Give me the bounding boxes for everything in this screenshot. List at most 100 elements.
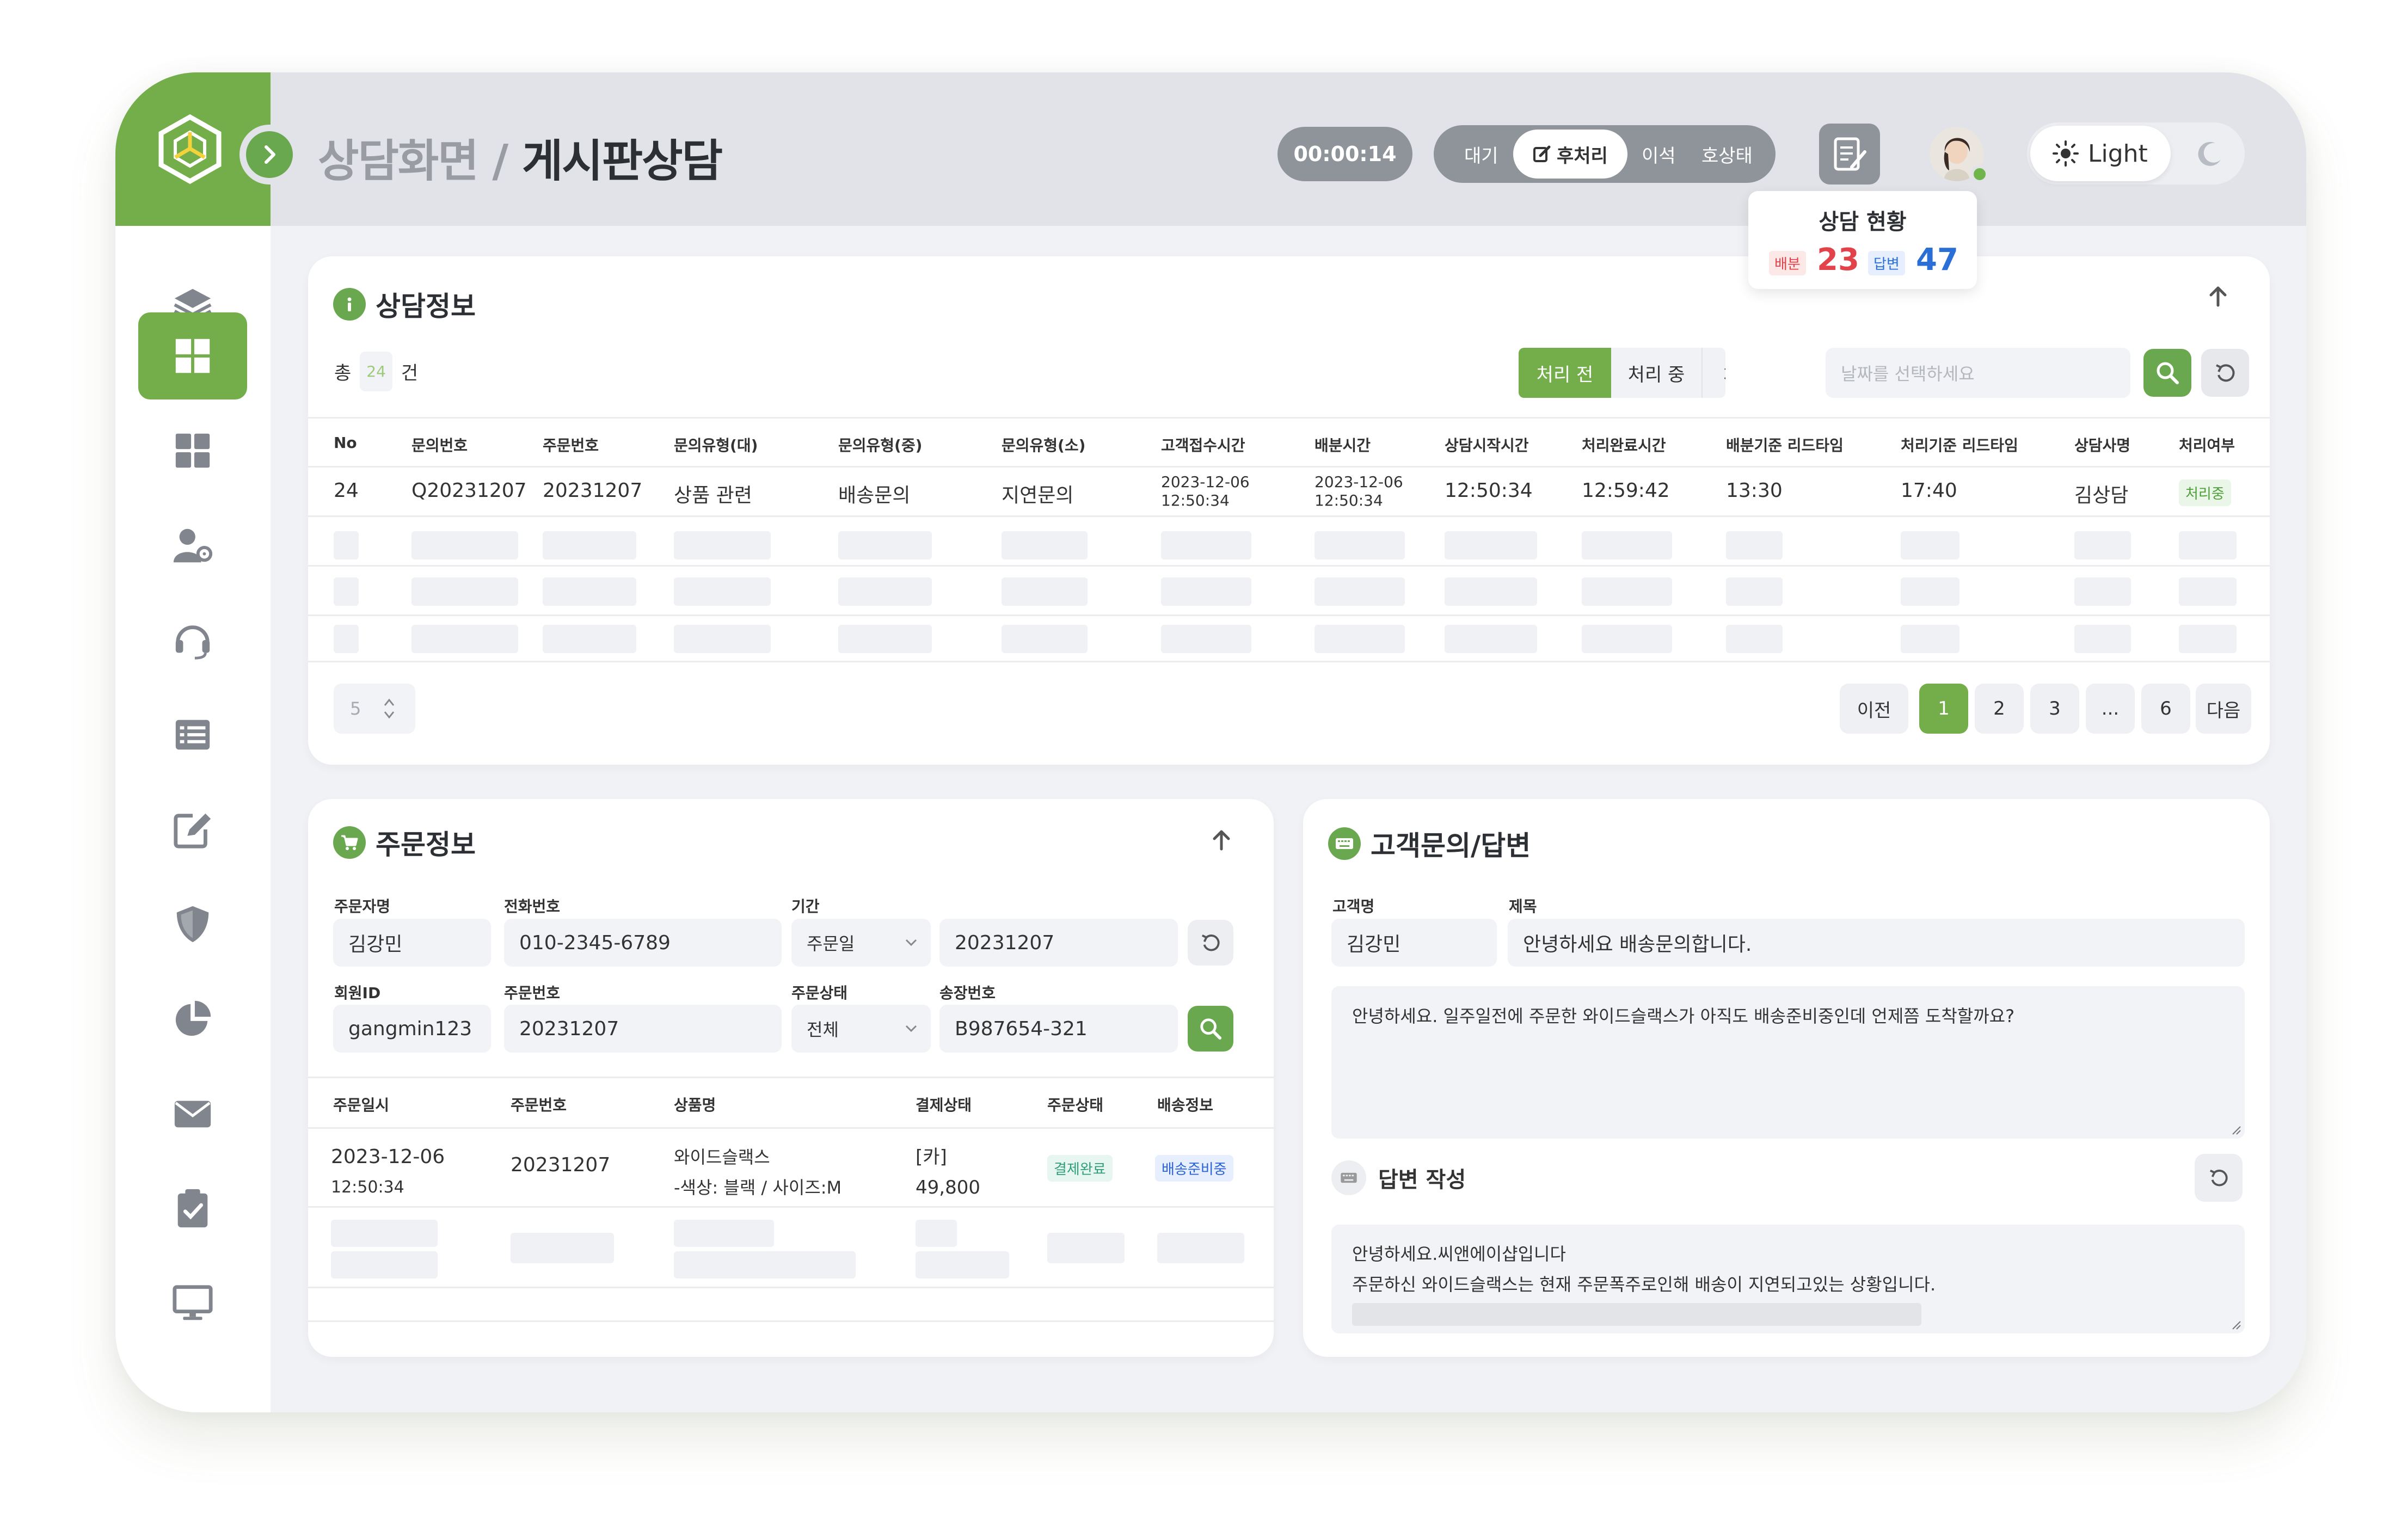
delivery-status-badge: 배송준비중: [1155, 1155, 1233, 1182]
invoice-field[interactable]: B987654-321: [939, 1005, 1178, 1053]
answer-textarea[interactable]: 안녕하세요.씨앤에이샵입니다 주문하신 와이드슬랙스는 현재 주문폭주로인해 배…: [1331, 1225, 2245, 1333]
col-inquiry-no: 문의번호: [411, 436, 468, 454]
sidebar-item-mail[interactable]: [138, 1070, 247, 1157]
consult-table-header: No 문의번호 주문번호 문의유형(대) 문의유형(중) 문의유형(소) 고객접…: [308, 419, 2270, 468]
answer-placeholder-line: [1352, 1303, 1921, 1326]
sidebar-item-pie-chart[interactable]: [138, 975, 247, 1062]
col-lead-assign: 배분기준 리드타임: [1726, 436, 1844, 454]
page-3-button[interactable]: 3: [2030, 684, 2079, 734]
theme-light-option[interactable]: Light: [2030, 126, 2171, 181]
sidebar-item-clipboard[interactable]: [138, 1165, 247, 1252]
answer-reset-button[interactable]: [2195, 1154, 2243, 1202]
collapse-arrow-up-icon[interactable]: [1209, 827, 1234, 852]
date-picker-input[interactable]: 날짜를 선택하세요: [1826, 348, 2130, 398]
edit-icon: [1533, 145, 1551, 162]
order-reset-button[interactable]: [1188, 920, 1233, 966]
refresh-icon: [2209, 1170, 2228, 1186]
page-next-button[interactable]: 다음: [2196, 684, 2251, 734]
sidebar-toggle-button[interactable]: [239, 125, 299, 185]
col-order-no: 주문번호: [543, 436, 599, 454]
status-away[interactable]: 이석: [1642, 125, 1676, 183]
page-ellipsis: ...: [2086, 684, 2135, 734]
filter-before[interactable]: 처리 전: [1519, 348, 1611, 398]
phone-field[interactable]: 010-2345-6789: [504, 919, 782, 967]
col-lead-process: 처리기준 리드타임: [1901, 436, 2018, 454]
member-id-field[interactable]: gangmin123: [333, 1005, 491, 1053]
breadcrumb: 상담화면 / 게시판상담: [318, 125, 723, 189]
row-received-date: 2023-12-06: [1161, 473, 1250, 491]
placeholder-row: [308, 567, 2270, 614]
row-received: 2023-12-06 12:50:34: [1161, 473, 1250, 510]
row-product: 와이드슬랙스 -색상: 블랙 / 사이즈:M: [674, 1142, 841, 1203]
invoice-label: 송장번호: [939, 984, 996, 1002]
resize-handle-icon[interactable]: [2231, 1319, 2241, 1330]
sidebar-item-edit[interactable]: [138, 786, 247, 873]
filter-in-progress[interactable]: 처리 중: [1611, 348, 1703, 398]
consult-status-button[interactable]: [1819, 124, 1880, 185]
reset-button[interactable]: [2201, 349, 2249, 397]
sidebar-item-user-settings[interactable]: [138, 502, 247, 589]
page-size-stepper[interactable]: 5: [334, 684, 415, 734]
refresh-icon: [1201, 935, 1220, 951]
sidebar-item-shield[interactable]: [138, 881, 247, 968]
period-date-field[interactable]: 20231207: [939, 919, 1178, 967]
orderer-field[interactable]: 김강민: [333, 919, 491, 967]
theme-toggle[interactable]: Light: [2027, 122, 2245, 185]
sun-icon: [2053, 140, 2079, 167]
inquiry-body-textarea[interactable]: 안녕하세요. 일주일전에 주문한 와이드슬랙스가 아직도 배송준비중인데 언제쯤…: [1331, 986, 2245, 1139]
order-no-field[interactable]: 20231207: [504, 1005, 782, 1053]
table-row[interactable]: 2023-12-06 12:50:34 20231207 와이드슬랙스 -색상:…: [308, 1129, 1274, 1206]
assign-badge: 배분: [1769, 251, 1806, 275]
monitor-icon: [173, 1285, 213, 1320]
stepper-arrows-icon: [384, 698, 395, 719]
chevron-right-icon: [246, 131, 293, 178]
row-end: 12:59:42: [1582, 479, 1670, 502]
status-after-work[interactable]: 후처리: [1513, 130, 1627, 179]
status-call-state[interactable]: 호상태: [1701, 125, 1753, 183]
resize-handle-icon[interactable]: [2231, 1124, 2241, 1135]
sidebar-item-grid[interactable]: [138, 407, 247, 494]
order-status-select[interactable]: 전체: [791, 1005, 931, 1053]
table-row[interactable]: 24 Q20231207 20231207 상품 관련 배송문의 지연문의 20…: [308, 468, 2270, 515]
col-start: 상담시작시간: [1445, 436, 1529, 454]
consult-info-card: 상담정보 총 24 건 처리 전 처리 중 처리 완료 날짜를 선택하세요 No…: [308, 256, 2270, 765]
placeholder-row: [308, 616, 2270, 661]
call-timer: 00:00:14: [1277, 127, 1412, 181]
online-indicator: [1970, 165, 1989, 183]
user-settings-icon: [173, 528, 213, 563]
status-waiting[interactable]: 대기: [1464, 125, 1498, 183]
chevron-down-icon: [905, 1025, 917, 1032]
collapse-arrow-up-icon[interactable]: [2206, 284, 2231, 309]
agent-status-switch: 대기 후처리 이석 호상태: [1434, 125, 1776, 183]
subject-field[interactable]: 안녕하세요 배송문의합니다.: [1508, 919, 2245, 967]
row-assigned: 2023-12-06 12:50:34: [1314, 473, 1403, 510]
sidebar-item-list[interactable]: [138, 691, 247, 778]
row-start: 12:50:34: [1445, 479, 1533, 502]
sidebar-item-dashboard[interactable]: [138, 312, 247, 399]
period-label: 기간: [791, 897, 820, 915]
sidebar-item-monitor[interactable]: [138, 1259, 247, 1347]
theme-light-label: Light: [2088, 139, 2148, 168]
answer-title: 답변 작성: [1378, 1167, 1466, 1192]
col-order-state: 주문상태: [1047, 1096, 1104, 1114]
sidebar-item-headset[interactable]: [138, 597, 247, 684]
period-type-select[interactable]: 주문일: [791, 919, 931, 967]
breadcrumb-parent[interactable]: 상담화면 /: [318, 136, 508, 187]
edit-icon: [174, 813, 211, 849]
order-search-button[interactable]: [1188, 1006, 1233, 1052]
row-inquiry-no: Q20231207: [411, 479, 527, 502]
page-prev-button[interactable]: 이전: [1840, 684, 1908, 734]
pie-chart-icon: [175, 1000, 211, 1036]
moon-icon[interactable]: [2194, 139, 2224, 169]
keyboard-icon: [1328, 827, 1361, 860]
page-2-button[interactable]: 2: [1975, 684, 2024, 734]
page-6-button[interactable]: 6: [2141, 684, 2190, 734]
search-button[interactable]: [2143, 349, 2191, 397]
row-payment-method: [카]: [916, 1146, 947, 1168]
row-type-small: 지연문의: [1002, 484, 1074, 507]
subject-label: 제목: [1509, 897, 1537, 915]
cart-icon: [333, 826, 366, 859]
customer-name-field[interactable]: 김강민: [1331, 919, 1497, 967]
pagination: 이전 1 2 3 ... 6 다음: [1840, 684, 2251, 734]
page-1-button[interactable]: 1: [1919, 684, 1968, 734]
